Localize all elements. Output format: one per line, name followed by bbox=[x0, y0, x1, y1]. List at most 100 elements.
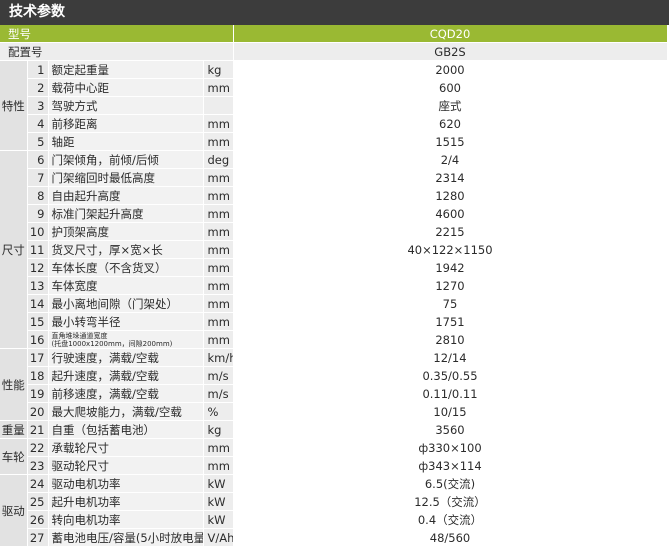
row-number: 12 bbox=[27, 258, 49, 277]
unit: kW bbox=[203, 510, 234, 529]
unit: m/s bbox=[203, 384, 234, 403]
spec-row: 18 起升速度，满载/空载 m/s 0.35/0.55 bbox=[0, 366, 668, 385]
parameter-value: 2810 bbox=[233, 330, 668, 349]
unit: kW bbox=[203, 474, 234, 493]
row-number: 1 bbox=[27, 60, 49, 79]
parameter-value: 75 bbox=[233, 294, 668, 313]
parameter-value: 2000 bbox=[233, 60, 668, 79]
spec-sheet: 技术参数 型号 CQD20 配置号 GB2S 特性 1 额定起重量 kg 2000 2 载荷… bbox=[0, 0, 669, 547]
parameter-value: 6.5(交流) bbox=[233, 474, 668, 493]
parameter-name: 前移速度，满载/空载 bbox=[48, 384, 204, 403]
row-number: 7 bbox=[27, 168, 49, 187]
parameter-value: 1280 bbox=[233, 186, 668, 205]
parameter-name-line1: 直角堆垛通道宽度 bbox=[51, 331, 108, 340]
unit: mm bbox=[203, 222, 234, 241]
model-value: CQD20 bbox=[233, 25, 668, 43]
row-number: 22 bbox=[27, 438, 49, 457]
unit bbox=[203, 96, 234, 115]
parameter-name: 额定起重量 bbox=[48, 60, 204, 79]
spec-row: 14 最小离地间隙（门架处） mm 75 bbox=[0, 294, 668, 313]
unit: deg bbox=[203, 150, 234, 169]
parameter-value: 1942 bbox=[233, 258, 668, 277]
model-row: 型号 CQD20 bbox=[0, 25, 668, 43]
spec-row: 4 前移距离 mm 620 bbox=[0, 114, 668, 133]
unit: mm bbox=[203, 204, 234, 223]
spec-row: 2 载荷中心距 mm 600 bbox=[0, 78, 668, 97]
category-weight: 重量 bbox=[0, 420, 28, 439]
row-number: 8 bbox=[27, 186, 49, 205]
parameter-name: 起升电机功率 bbox=[48, 492, 204, 511]
parameter-value: 40×122×1150 bbox=[233, 240, 668, 259]
parameter-name: 转向电机功率 bbox=[48, 510, 204, 529]
unit: m/s bbox=[203, 366, 234, 385]
category-features: 特性 bbox=[0, 60, 28, 151]
unit: kg bbox=[203, 420, 234, 439]
spec-row: 15 最小转弯半径 mm 1751 bbox=[0, 312, 668, 331]
spec-row: 性能17行驶速度，满载/空载km/h12/14 bbox=[0, 348, 668, 421]
parameter-value: 座式 bbox=[233, 96, 668, 115]
parameter-value: 620 bbox=[233, 114, 668, 133]
parameter-name: 最大爬坡能力，满载/空载 bbox=[48, 402, 204, 421]
category-wheels: 车轮 bbox=[0, 438, 28, 475]
unit: mm bbox=[203, 312, 234, 331]
parameter-value: ф330×100 bbox=[233, 438, 668, 457]
config-row: 配置号 GB2S bbox=[0, 42, 668, 61]
parameter-value: 2215 bbox=[233, 222, 668, 241]
category-dimensions: 尺寸 bbox=[0, 150, 28, 349]
parameter-value: 0.4（交流） bbox=[233, 510, 668, 529]
spec-row: 10 护顶架高度 mm 2215 bbox=[0, 222, 668, 241]
row-number: 11 bbox=[27, 240, 49, 259]
spec-row: 3 驾驶方式 座式 bbox=[0, 96, 668, 115]
parameter-name: 最小转弯半径 bbox=[48, 312, 204, 331]
parameter-value: 12/14 bbox=[233, 348, 668, 367]
parameter-value: 0.35/0.55 bbox=[233, 366, 668, 385]
spec-row: 5 轴距 mm 1515 bbox=[0, 132, 668, 151]
spec-row: 19 前移速度，满载/空载 m/s 0.11/0.11 bbox=[0, 384, 668, 403]
unit: mm bbox=[203, 258, 234, 277]
parameter-value: ф343×114 bbox=[233, 456, 668, 475]
parameter-name: 轴距 bbox=[48, 132, 204, 151]
row-number: 2 bbox=[27, 78, 49, 97]
parameter-value: 2/4 bbox=[233, 150, 668, 169]
parameter-name: 自由起升高度 bbox=[48, 186, 204, 205]
spec-row: 23 驱动轮尺寸 mm ф343×114 bbox=[0, 456, 668, 475]
row-number: 17 bbox=[27, 348, 49, 367]
row-number: 27 bbox=[27, 528, 49, 547]
parameter-value: 0.11/0.11 bbox=[233, 384, 668, 403]
parameter-name: 驱动轮尺寸 bbox=[48, 456, 204, 475]
parameter-name: 门架缩回时最低高度 bbox=[48, 168, 204, 187]
row-number: 10 bbox=[27, 222, 49, 241]
row-number: 5 bbox=[27, 132, 49, 151]
spec-row: 车轮 22 承载轮尺寸 mm ф330×100 bbox=[0, 438, 668, 475]
parameter-name: 起升速度，满载/空载 bbox=[48, 366, 204, 385]
spec-row: 尺寸 6 门架倾角，前倾/后倾 deg 2/4 bbox=[0, 150, 668, 349]
row-number: 23 bbox=[27, 456, 49, 475]
parameter-value: 600 bbox=[233, 78, 668, 97]
spec-row: 特性 1 额定起重量 kg 2000 bbox=[0, 60, 668, 151]
row-number: 14 bbox=[27, 294, 49, 313]
spec-row: 11 货叉尺寸，厚×宽×长 mm 40×122×1150 bbox=[0, 240, 668, 259]
unit: mm bbox=[203, 240, 234, 259]
parameter-name: 载荷中心距 bbox=[48, 78, 204, 97]
spec-row: 重量 21 自重（包括蓄电池） kg 3560 bbox=[0, 420, 668, 439]
row-number: 16 bbox=[27, 330, 49, 349]
row-number: 15 bbox=[27, 312, 49, 331]
row-number: 25 bbox=[27, 492, 49, 511]
spec-row: 12 车体长度（不含货叉） mm 1942 bbox=[0, 258, 668, 277]
unit: km/h bbox=[203, 348, 234, 367]
row-number: 21 bbox=[27, 420, 49, 439]
unit: kW bbox=[203, 492, 234, 511]
spec-row: 25 起升电机功率 kW 12.5（交流） bbox=[0, 492, 668, 511]
unit: mm bbox=[203, 294, 234, 313]
parameter-value: 1751 bbox=[233, 312, 668, 331]
unit: mm bbox=[203, 276, 234, 295]
spec-table: 型号 CQD20 配置号 GB2S 特性 1 额定起重量 kg 2000 2 载荷中心距 mm… bbox=[0, 25, 668, 547]
spec-row: 20 最大爬坡能力，满载/空载% 10/15 bbox=[0, 402, 668, 421]
spec-row: 7 门架缩回时最低高度 mm 2314 bbox=[0, 168, 668, 187]
parameter-value: 48/560 bbox=[233, 528, 668, 547]
parameter-name: 护顶架高度 bbox=[48, 222, 204, 241]
parameter-name: 货叉尺寸，厚×宽×长 bbox=[48, 240, 204, 259]
unit: mm bbox=[203, 186, 234, 205]
parameter-name: 自重（包括蓄电池） bbox=[48, 420, 204, 439]
row-number: 26 bbox=[27, 510, 49, 529]
